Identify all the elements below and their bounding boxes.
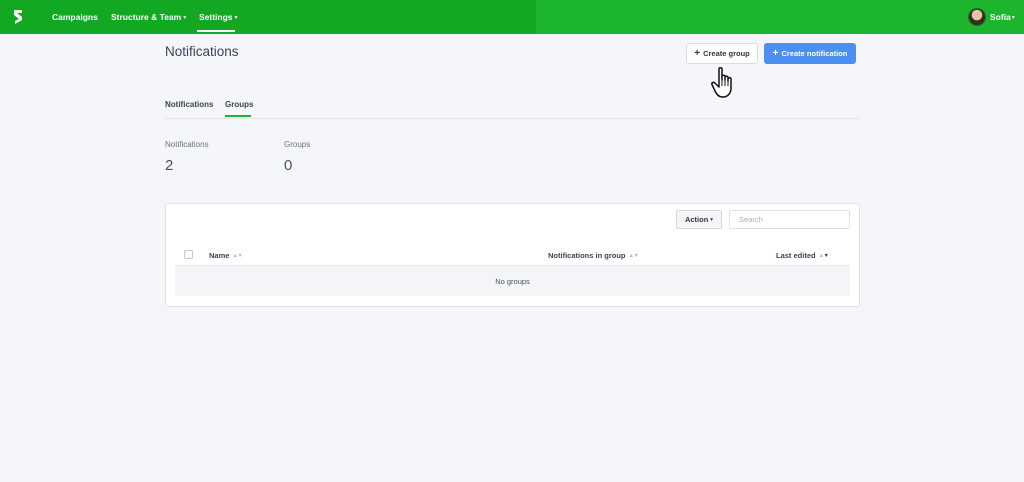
search-input[interactable]	[729, 210, 850, 229]
nav-item-structure-team[interactable]: Structure & Team ▾	[111, 12, 186, 22]
nav-item-campaigns[interactable]: Campaigns	[52, 12, 98, 22]
column-header-name[interactable]: Name ▲▼	[209, 251, 243, 260]
chevron-down-icon: ▾	[234, 15, 238, 21]
brand-logo-icon[interactable]	[8, 7, 28, 27]
column-header-last-edited[interactable]: Last edited ▲▼	[776, 251, 829, 260]
stat-notifications-label: Notifications	[165, 140, 209, 149]
empty-state-message: No groups	[495, 276, 530, 286]
action-label: Action	[684, 215, 709, 224]
stat-groups-label: Groups	[284, 140, 311, 149]
create-notification-button[interactable]: + Create notification	[764, 43, 856, 64]
column-header-label: Name	[209, 251, 230, 260]
nav-item-settings[interactable]: Settings ▾	[199, 12, 238, 22]
plus-icon: +	[772, 48, 779, 59]
nav-item-label: Structure & Team	[111, 12, 182, 22]
tab-notifications[interactable]: Notifications	[165, 100, 213, 109]
hand-pointer-cursor-icon	[711, 66, 732, 98]
chevron-down-icon: ▾	[710, 216, 714, 223]
empty-state-row: No groups	[175, 265, 850, 296]
tab-active-indicator	[225, 115, 251, 117]
stat-notifications-value: 2	[165, 157, 174, 174]
action-dropdown-button[interactable]: Action ▾	[676, 210, 722, 229]
user-menu[interactable]: Sofia▾	[990, 12, 1015, 22]
column-header-label: Notifications in group	[548, 251, 626, 260]
create-notification-label: Create notification	[781, 49, 848, 58]
create-group-button[interactable]: + Create group	[686, 43, 758, 64]
chevron-down-icon: ▾	[1011, 15, 1015, 21]
plus-icon: +	[694, 48, 701, 59]
nav-active-indicator	[197, 30, 235, 32]
tab-groups[interactable]: Groups	[225, 100, 253, 109]
avatar[interactable]	[968, 8, 986, 26]
column-header-notifications-in-group[interactable]: Notifications in group ▲▼	[548, 251, 639, 260]
page-title: Notifications	[165, 44, 239, 59]
sort-desc-icon[interactable]: ▲▼	[819, 253, 829, 259]
user-name-label: Sofia	[990, 12, 1011, 22]
sort-icon[interactable]: ▲▼	[232, 253, 242, 259]
column-header-label: Last edited	[776, 251, 816, 260]
chevron-down-icon: ▾	[183, 15, 187, 21]
stat-groups-value: 0	[284, 157, 293, 174]
sort-icon[interactable]: ▲▼	[629, 253, 639, 259]
nav-item-label: Campaigns	[52, 12, 98, 22]
nav-item-label: Settings	[199, 12, 233, 22]
tabs-divider	[165, 118, 860, 119]
select-all-checkbox[interactable]	[184, 250, 193, 259]
create-group-label: Create group	[703, 49, 750, 58]
